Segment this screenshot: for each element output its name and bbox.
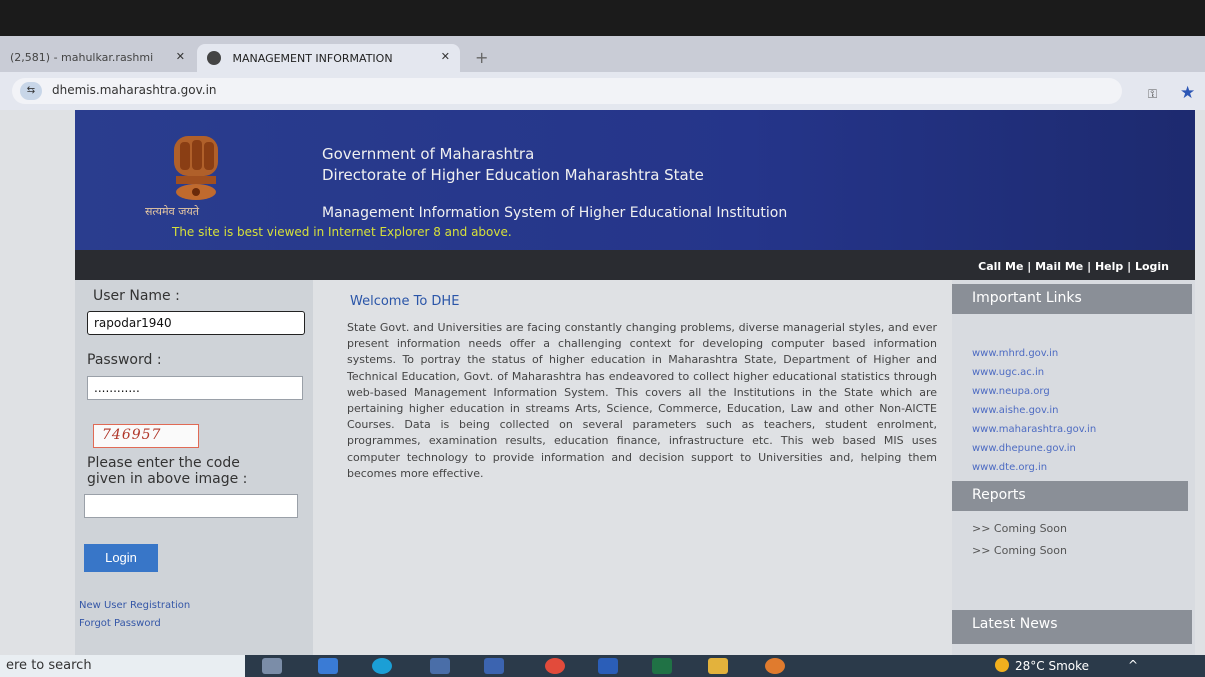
state-emblem-icon xyxy=(174,136,218,200)
firefox-icon[interactable] xyxy=(765,658,785,674)
file-explorer-icon[interactable] xyxy=(708,658,728,674)
tab-active[interactable]: MANAGEMENT INFORMATION ✕ xyxy=(197,44,460,72)
captcha-input[interactable] xyxy=(84,494,298,518)
web-page: सत्यमेव जयते Government of Maharashtra D… xyxy=(0,110,1205,655)
url-text: dhemis.maharashtra.gov.in xyxy=(52,83,217,97)
top-links: Call Me | Mail Me | Help | Login xyxy=(978,260,1169,273)
link-aishe[interactable]: www.aishe.gov.in xyxy=(972,405,1058,416)
system-tray-chevron[interactable]: ^ xyxy=(1128,658,1138,672)
captcha-image: 746957 xyxy=(93,424,199,448)
sun-icon xyxy=(995,658,1009,672)
national-motto: सत्यमेव जयते xyxy=(145,205,200,218)
password-input[interactable] xyxy=(87,376,303,400)
username-label: User Name : xyxy=(93,288,180,304)
browser-notice: The site is best viewed in Internet Expl… xyxy=(172,225,512,239)
welcome-heading: Welcome To DHE xyxy=(350,294,460,309)
header-government: Government of Maharashtra xyxy=(322,145,535,163)
login-panel: User Name : Password : 746957 Please ent… xyxy=(75,280,313,655)
weather-text: 28°C Smoke xyxy=(1015,659,1090,673)
weather-widget[interactable]: 28°C Smoke xyxy=(995,658,1089,673)
star-icon[interactable]: ★ xyxy=(1180,83,1195,103)
link-ugc[interactable]: www.ugc.ac.in xyxy=(972,367,1044,378)
report-item[interactable]: >> Coming Soon xyxy=(972,522,1067,535)
task-view-icon[interactable] xyxy=(262,658,282,674)
link-mhrd[interactable]: www.mhrd.gov.in xyxy=(972,348,1058,359)
word-icon[interactable] xyxy=(598,658,618,674)
code-prompt-line2: given in above image : xyxy=(87,471,248,487)
reports-heading: Reports xyxy=(952,481,1188,511)
latest-news-heading: Latest News xyxy=(952,610,1192,644)
tab-active-label: MANAGEMENT INFORMATION xyxy=(232,52,393,65)
right-sidebar: Important Links www.mhrd.gov.in www.ugc.… xyxy=(952,280,1195,655)
close-icon[interactable]: ✕ xyxy=(441,50,450,63)
address-bar: ⇆ dhemis.maharashtra.gov.in ⚿ ★ xyxy=(0,72,1205,110)
separator: | xyxy=(1083,260,1095,273)
calculator-icon[interactable] xyxy=(484,658,504,674)
chrome-icon[interactable] xyxy=(545,658,565,674)
link-maharashtra[interactable]: www.maharashtra.gov.in xyxy=(972,424,1096,435)
report-item[interactable]: >> Coming Soon xyxy=(972,544,1067,557)
forgot-password-link[interactable]: Forgot Password xyxy=(79,618,161,629)
top-links-bar: Call Me | Mail Me | Help | Login xyxy=(75,250,1195,280)
excel-icon[interactable] xyxy=(652,658,672,674)
separator: | xyxy=(1123,260,1135,273)
store-icon[interactable] xyxy=(430,658,450,674)
tab-inactive-label: (2,581) - mahulkar.rashmi xyxy=(10,51,154,64)
header-directorate: Directorate of Higher Education Maharash… xyxy=(322,166,704,184)
edge-icon[interactable] xyxy=(372,658,392,674)
link-neupa[interactable]: www.neupa.org xyxy=(972,386,1050,397)
login-link[interactable]: Login xyxy=(1135,260,1169,273)
link-dte[interactable]: www.dte.org.in xyxy=(972,462,1047,473)
username-input[interactable] xyxy=(87,311,305,335)
screen-top-bezel xyxy=(0,0,1205,36)
globe-icon xyxy=(207,51,221,65)
call-me-link[interactable]: Call Me xyxy=(978,260,1023,273)
mail-icon[interactable] xyxy=(318,658,338,674)
important-links-heading: Important Links xyxy=(952,284,1192,314)
login-button[interactable]: Login xyxy=(84,544,158,572)
new-tab-button[interactable]: + xyxy=(475,48,488,67)
windows-taskbar: ere to search 28°C Smoke ^ xyxy=(0,655,1205,677)
new-user-registration-link[interactable]: New User Registration xyxy=(79,600,190,611)
password-label: Password : xyxy=(87,352,162,368)
help-link[interactable]: Help xyxy=(1095,260,1123,273)
url-field[interactable]: ⇆ dhemis.maharashtra.gov.in xyxy=(12,78,1122,104)
header-system-title: Management Information System of Higher … xyxy=(322,205,788,221)
mail-me-link[interactable]: Mail Me xyxy=(1035,260,1083,273)
code-prompt-line1: Please enter the code xyxy=(87,455,240,471)
separator: | xyxy=(1023,260,1036,273)
key-icon[interactable]: ⚿ xyxy=(1148,87,1157,102)
close-icon[interactable]: ✕ xyxy=(176,50,185,63)
site-info-icon[interactable]: ⇆ xyxy=(20,82,42,100)
site-header: सत्यमेव जयते Government of Maharashtra D… xyxy=(75,110,1195,250)
taskbar-search[interactable]: ere to search xyxy=(0,655,245,677)
link-dhepune[interactable]: www.dhepune.gov.in xyxy=(972,443,1076,454)
intro-paragraph: State Govt. and Universities are facing … xyxy=(347,321,937,480)
tab-inactive[interactable]: (2,581) - mahulkar.rashmi ✕ xyxy=(0,44,195,72)
